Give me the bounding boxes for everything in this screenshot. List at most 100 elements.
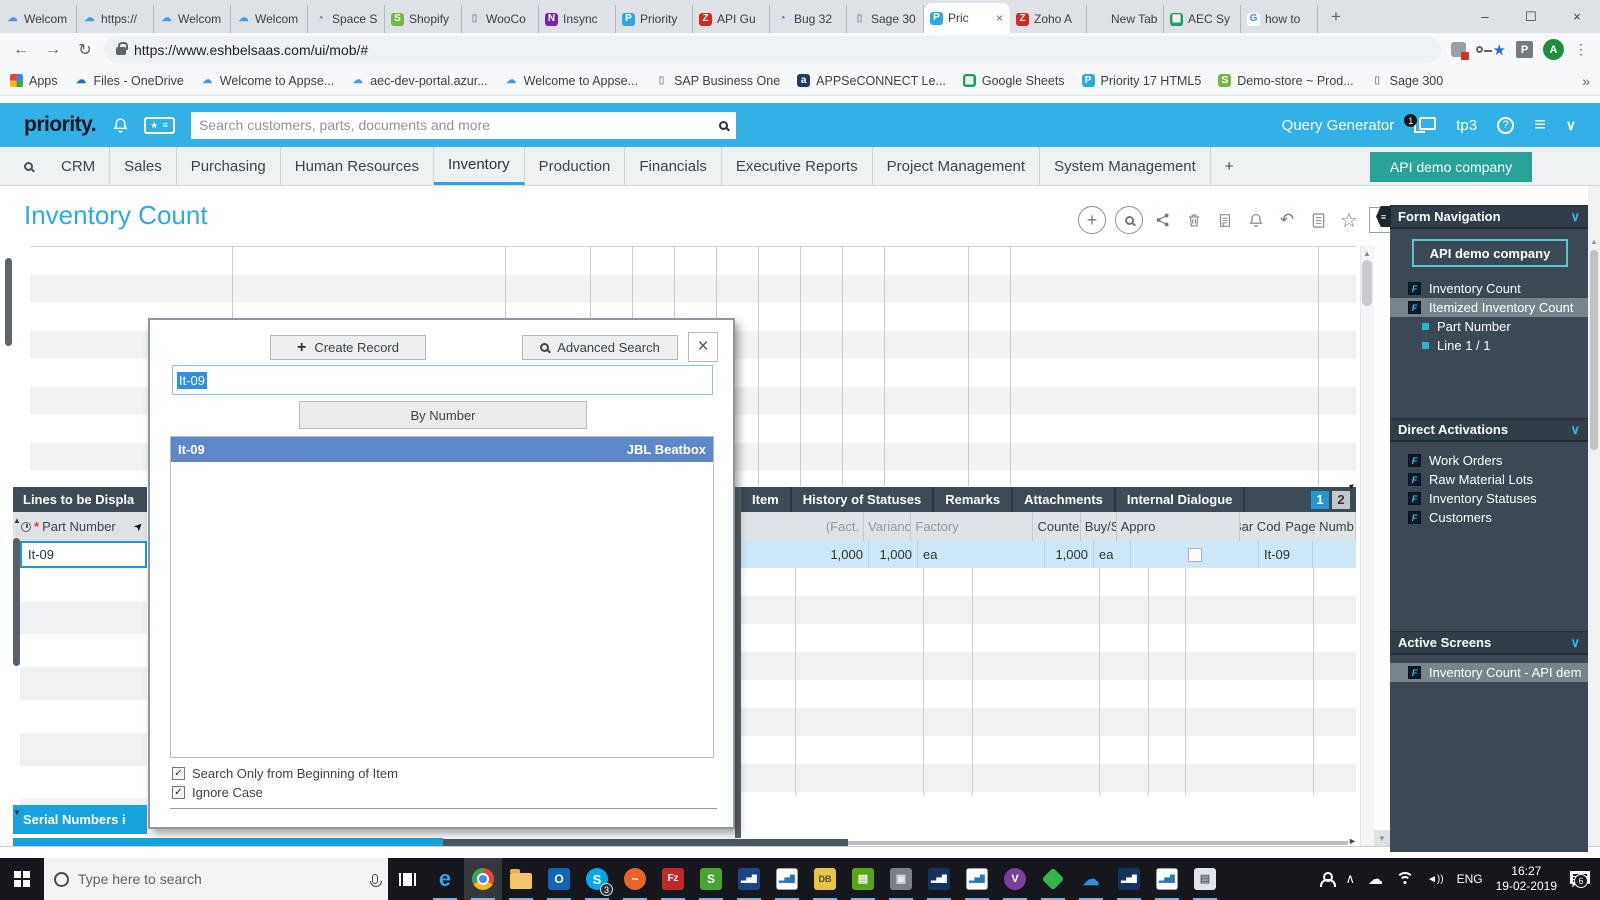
subform-tab[interactable]: Internal Dialogue (1116, 487, 1245, 512)
subform-tab[interactable]: Remarks (934, 487, 1013, 512)
create-record-button[interactable]: + Create Record (270, 335, 426, 360)
taskbar-app-icon[interactable]: ▤ (844, 858, 882, 900)
item-table-selected-row[interactable]: 1,000 1,000 ea 1,000 ea (741, 541, 1356, 568)
favorite-star-icon[interactable]: ☆ (1338, 208, 1360, 232)
taskbar-app-icon[interactable] (502, 858, 540, 900)
table-cell[interactable] (1302, 541, 1313, 568)
active-screen-item[interactable]: F Inventory Count - API dem (1390, 663, 1588, 682)
direct-activation-item[interactable]: F Raw Material Lots (1390, 470, 1588, 489)
left-scrollbar-thumb[interactable] (5, 258, 12, 346)
tab-close-icon[interactable]: × (995, 11, 1004, 25)
new-tab-button[interactable]: + (1322, 3, 1350, 31)
bookmark-item[interactable]: ▦ Google Sheets (963, 74, 1065, 88)
start-button[interactable] (0, 858, 44, 900)
language-indicator[interactable]: ENG (1457, 872, 1483, 886)
history-clock-icon[interactable] (21, 522, 31, 532)
taskbar-app-icon[interactable]: ▂▅█ (768, 858, 806, 900)
address-bar[interactable]: https://www.eshbelsaas.com/ui/mob/# (104, 36, 1441, 63)
taskbar-app-icon[interactable]: ▂▅█ (920, 858, 958, 900)
password-key-icon[interactable] (1476, 46, 1483, 53)
browser-tab[interactable]: ☁ Welcom (231, 5, 308, 33)
hamburger-menu-icon[interactable]: ≡ (1534, 114, 1546, 137)
taskbar-app-icon[interactable] (464, 858, 502, 900)
subform-tab[interactable]: Attachments (1013, 487, 1116, 512)
horizontal-scrollbar-thumb[interactable] (443, 839, 848, 846)
query-generator-link[interactable]: Query Generator (1282, 117, 1395, 134)
bookmark-item[interactable]: ▯ Sage 300 (1371, 74, 1444, 88)
item-search-input[interactable]: It-09 (172, 365, 713, 395)
reload-button[interactable]: ↻ (72, 37, 98, 63)
task-view-button[interactable] (388, 858, 426, 900)
direct-activation-item[interactable]: F Customers (1390, 508, 1588, 527)
browser-scrollbar-thumb[interactable] (1590, 250, 1598, 450)
nav-item[interactable]: Financials (625, 147, 722, 185)
grid-scroll-up-icon[interactable]: ▲ (1363, 249, 1371, 258)
nav-item[interactable]: Purchasing (177, 147, 281, 185)
serial-numbers-banner[interactable]: Serial Numbers i (13, 805, 147, 834)
taskbar-app-icon[interactable]: DB (806, 858, 844, 900)
forward-button[interactable]: → (40, 37, 66, 63)
table-cell[interactable]: ea (1094, 541, 1131, 568)
export-excel-icon[interactable]: x (1214, 208, 1236, 232)
subform-page-button[interactable]: 2 (1332, 491, 1350, 509)
browser-tab[interactable]: ▯ WooCo (462, 5, 539, 33)
approved-checkbox[interactable] (1188, 548, 1202, 562)
browser-tab[interactable]: ▯ Sage 30 (847, 5, 924, 33)
nav-search-icon[interactable] (24, 162, 33, 171)
nav-item[interactable]: Inventory (434, 147, 525, 185)
taskbar-app-icon[interactable]: ▂▅█ (730, 858, 768, 900)
pin-icon[interactable]: ➤ (131, 519, 147, 535)
delete-icon[interactable] (1183, 208, 1205, 232)
volume-icon[interactable]: ◄)) (1427, 874, 1444, 885)
browser-tab[interactable]: P Priority (616, 5, 693, 33)
sidebar-company-button[interactable]: API demo company (1412, 239, 1568, 267)
checkbox-icon[interactable]: ✓ (172, 767, 185, 780)
browser-tab[interactable]: ◔ Space S (308, 5, 385, 33)
taskbar-app-icon[interactable]: V (996, 858, 1034, 900)
column-header[interactable]: Bar Code (1240, 512, 1282, 541)
nav-item[interactable]: + (1211, 147, 1248, 185)
browser-tab[interactable]: P Pric × (924, 3, 1010, 33)
taskbar-app-icon[interactable] (1034, 858, 1072, 900)
bookmark-item[interactable]: ☁ aec-dev-portal.azur... (351, 74, 487, 88)
subform-tab[interactable]: History of Statuses (792, 487, 934, 512)
taskbar-search-input[interactable]: Type here to search (44, 858, 388, 900)
panel-scroll-down-icon[interactable]: ▼ (13, 808, 21, 817)
table-cell[interactable]: 1,000 (1045, 541, 1094, 568)
bookmark-star-icon[interactable]: ★ (1493, 41, 1506, 59)
browser-tab[interactable]: ☁ Welcom (0, 5, 77, 33)
checkbox-icon[interactable]: ✓ (172, 786, 185, 799)
part-number-cell[interactable]: It-09 (20, 541, 147, 568)
horizontal-scrollbar-track[interactable] (848, 841, 1348, 845)
add-record-icon[interactable]: + (1078, 206, 1106, 234)
browser-tab[interactable]: S Shopify (385, 5, 462, 33)
subform-page-button[interactable]: 1 (1311, 491, 1329, 509)
browser-tab[interactable]: New Tab (1087, 5, 1164, 33)
nav-item[interactable]: Project Management (873, 147, 1040, 185)
search-result-row[interactable]: It-09 JBL Beatbox (171, 437, 713, 462)
taskbar-app-icon[interactable]: S (692, 858, 730, 900)
collapse-section-icon[interactable]: ∨ (1570, 209, 1580, 225)
direct-activations-header[interactable]: Direct Activations ∨ (1390, 418, 1588, 442)
direct-activation-item[interactable]: F Inventory Statuses (1390, 489, 1588, 508)
panel-scroll-up-icon[interactable]: ▲ (13, 516, 21, 525)
browser-tab[interactable]: Z API Gu (693, 5, 770, 33)
profile-avatar[interactable]: A (1543, 39, 1564, 60)
extension-p-icon[interactable]: P (1516, 41, 1533, 58)
nav-item[interactable]: Executive Reports (722, 147, 873, 185)
browser-scroll-up-icon[interactable]: ▲ (1590, 237, 1598, 246)
table-cell[interactable] (1131, 541, 1259, 568)
active-screens-header[interactable]: Active Screens ∨ (1390, 631, 1588, 655)
bookmark-item[interactable]: ▯ SAP Business One (655, 74, 780, 88)
document-icon[interactable] (1307, 208, 1329, 232)
panel-scrollbar-thumb[interactable] (13, 538, 20, 666)
table-cell[interactable]: It-09 (1259, 541, 1302, 568)
collapse-header-icon[interactable]: ∨ (1566, 117, 1576, 134)
global-search-input[interactable]: Search customers, parts, documents and m… (191, 112, 736, 139)
taskbar-app-icon[interactable]: e (426, 858, 464, 900)
grid-scrollbar-thumb[interactable] (1362, 260, 1372, 306)
advanced-search-button[interactable]: Advanced Search (522, 335, 678, 360)
hidden-icons-chevron[interactable]: ∧ (1346, 871, 1356, 887)
column-header[interactable]: (Fact. (741, 512, 864, 541)
https-lock-icon[interactable] (116, 47, 126, 55)
